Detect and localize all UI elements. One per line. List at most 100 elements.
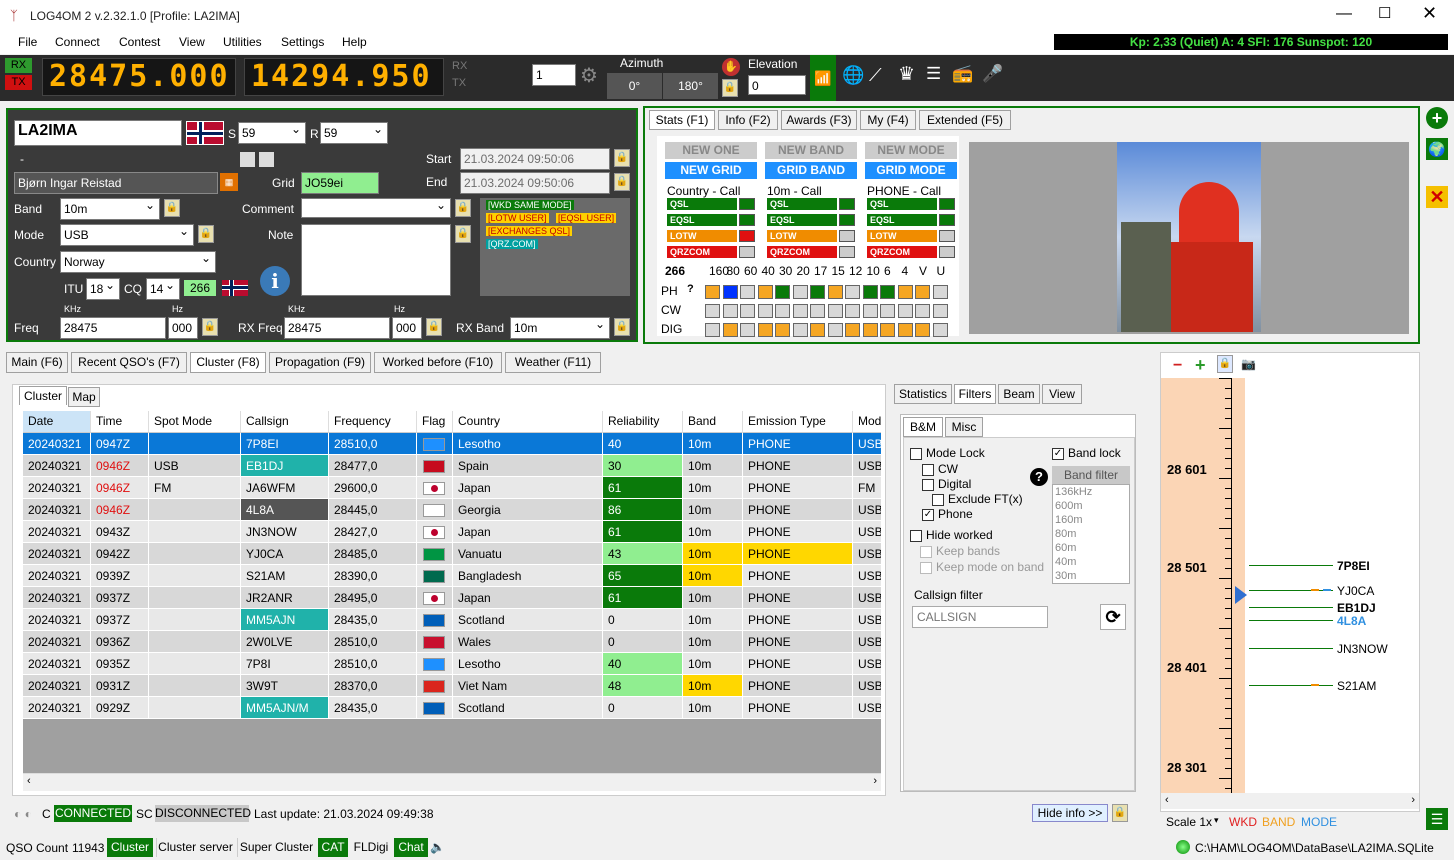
spot-mode-cell[interactable] xyxy=(149,433,241,455)
band-cell[interactable]: 10m xyxy=(683,587,743,609)
close-icon[interactable]: ✕ xyxy=(1426,186,1448,208)
tab-misc[interactable]: Misc xyxy=(945,417,983,437)
lock-icon[interactable]: 🔒 xyxy=(1112,804,1128,822)
band-filter-item[interactable]: 60m xyxy=(1053,541,1129,555)
modulation-cell[interactable]: USB xyxy=(853,587,881,609)
frequency-cell[interactable]: 28427,0 xyxy=(329,521,417,543)
column-header-spot-mode[interactable]: Spot Mode xyxy=(149,411,241,433)
rst-received-select[interactable]: 59 xyxy=(320,121,388,144)
tab-statistics[interactable]: Statistics xyxy=(894,384,952,404)
country-cell[interactable]: Japan xyxy=(453,587,603,609)
flag-cell[interactable] xyxy=(417,433,453,455)
mode-lock-checkbox[interactable]: Mode Lock xyxy=(910,446,985,460)
time-cell[interactable]: 0937Z xyxy=(91,587,149,609)
reliability-cell[interactable]: 40 xyxy=(603,433,683,455)
tab-cluster[interactable]: Cluster (F8) xyxy=(190,352,266,373)
frequency-cell[interactable]: 28510,0 xyxy=(329,653,417,675)
callsign-cell[interactable]: JA6WFM xyxy=(241,477,329,499)
status-cluster-server[interactable]: Cluster server xyxy=(156,838,234,857)
lock-icon[interactable]: 🔒 xyxy=(455,225,471,243)
country-cell[interactable]: Japan xyxy=(453,521,603,543)
date-cell[interactable]: 20240321 xyxy=(23,521,91,543)
spot-mode-cell[interactable]: USB xyxy=(149,455,241,477)
status-fldigi[interactable]: FLDigi xyxy=(351,838,391,857)
column-header-flag[interactable]: Flag xyxy=(417,411,453,433)
menu-contest[interactable]: Contest xyxy=(119,35,160,49)
modulation-cell[interactable]: USB xyxy=(853,433,881,455)
country-cell[interactable]: Spain xyxy=(453,455,603,477)
column-header-band[interactable]: Band xyxy=(683,411,743,433)
reliability-cell[interactable]: 65 xyxy=(603,565,683,587)
modulation-cell[interactable]: FM xyxy=(853,477,881,499)
frequency-cell[interactable]: 28495,0 xyxy=(329,587,417,609)
emission-type-cell[interactable]: PHONE xyxy=(743,587,853,609)
spot-callsign[interactable]: 4L8A xyxy=(1337,614,1366,628)
emission-type-cell[interactable]: PHONE xyxy=(743,631,853,653)
callsign-cell[interactable]: 7P8EI xyxy=(241,433,329,455)
tab-beam[interactable]: Beam xyxy=(998,384,1040,404)
name-input[interactable]: Bjørn Ingar Reistad xyxy=(14,172,218,194)
lock-icon[interactable]: 🔒 xyxy=(202,318,218,336)
cq-select[interactable]: 14 xyxy=(146,277,180,300)
cw-checkbox[interactable]: CW xyxy=(922,462,958,476)
rx-freq-hz-input[interactable]: 000 xyxy=(392,317,422,339)
emission-type-cell[interactable]: PHONE xyxy=(743,433,853,455)
lock-icon[interactable]: 🔒 xyxy=(198,225,214,243)
close-button[interactable]: ✕ xyxy=(1422,3,1437,24)
gear-icon[interactable]: ⚙ xyxy=(580,63,598,88)
time-cell[interactable]: 0935Z xyxy=(91,653,149,675)
spot-callsign[interactable]: YJ0CA xyxy=(1337,584,1374,598)
help-icon[interactable]: ? xyxy=(687,283,694,295)
date-cell[interactable]: 20240321 xyxy=(23,433,91,455)
help-icon[interactable]: ? xyxy=(1030,468,1048,486)
tab-weather[interactable]: Weather (F11) xyxy=(505,352,601,373)
country-select[interactable]: Norway xyxy=(60,250,216,273)
disconnected-badge[interactable]: DISCONNECTED xyxy=(155,805,251,822)
frequency-cell[interactable]: 28370,0 xyxy=(329,675,417,697)
column-header-reliability[interactable]: Reliability xyxy=(603,411,683,433)
end-datetime[interactable]: 21.03.2024 09:50:06 xyxy=(460,172,610,194)
date-cell[interactable]: 20240321 xyxy=(23,565,91,587)
emission-type-cell[interactable]: PHONE xyxy=(743,653,853,675)
horizontal-scrollbar[interactable]: ‹ › xyxy=(23,773,881,791)
freq-hz-input[interactable]: 000 xyxy=(168,317,198,339)
column-header-emission-type[interactable]: Emission Type xyxy=(743,411,853,433)
callsign-cell[interactable]: EB1DJ xyxy=(241,455,329,477)
note-textarea[interactable] xyxy=(301,224,451,296)
reliability-cell[interactable]: 48 xyxy=(603,675,683,697)
flag-cell[interactable] xyxy=(417,675,453,697)
lock-icon[interactable]: 🔒 xyxy=(614,318,630,336)
grid-input[interactable]: JO59ei xyxy=(301,172,379,194)
spot-mode-cell[interactable] xyxy=(149,631,241,653)
band-cell[interactable]: 10m xyxy=(683,477,743,499)
bandmap-scrollbar[interactable]: ‹ › xyxy=(1161,793,1419,809)
spot-mode-cell[interactable] xyxy=(149,609,241,631)
tab-view[interactable]: View xyxy=(1042,384,1082,404)
emission-type-cell[interactable]: PHONE xyxy=(743,477,853,499)
rx-indicator[interactable]: RX xyxy=(5,58,32,73)
modulation-cell[interactable]: USB xyxy=(853,609,881,631)
antenna-icon[interactable]: ⟋ xyxy=(869,65,882,86)
wifi-icon[interactable]: 📶 xyxy=(810,55,836,101)
zoom-out-icon[interactable]: − xyxy=(1173,357,1182,375)
flag-cell[interactable] xyxy=(417,499,453,521)
lock-icon[interactable]: 🔒 xyxy=(722,79,738,97)
tab-my[interactable]: My (F4) xyxy=(860,110,916,130)
country-cell[interactable]: Bangladesh xyxy=(453,565,603,587)
qrz-lookup-icon[interactable]: ▦ xyxy=(220,173,238,191)
time-cell[interactable]: 0946Z xyxy=(91,499,149,521)
zoom-in-icon[interactable]: + xyxy=(1195,355,1206,376)
band-cell[interactable]: 10m xyxy=(683,433,743,455)
frequency-cell[interactable]: 29600,0 xyxy=(329,477,417,499)
rst-sent-select[interactable]: 59 xyxy=(238,121,306,144)
time-cell[interactable]: 0942Z xyxy=(91,543,149,565)
reliability-cell[interactable]: 0 xyxy=(603,697,683,719)
refresh-icon[interactable]: ⟳ xyxy=(1100,604,1126,630)
minimize-button[interactable]: — xyxy=(1336,5,1352,23)
time-cell[interactable]: 0936Z xyxy=(91,631,149,653)
tx-indicator[interactable]: TX xyxy=(5,75,32,90)
tab-stats[interactable]: Stats (F1) xyxy=(649,110,715,130)
crown-icon[interactable]: ♛ xyxy=(898,63,915,86)
flag-cell[interactable] xyxy=(417,543,453,565)
spot-callsign[interactable]: 7P8EI xyxy=(1337,559,1370,573)
